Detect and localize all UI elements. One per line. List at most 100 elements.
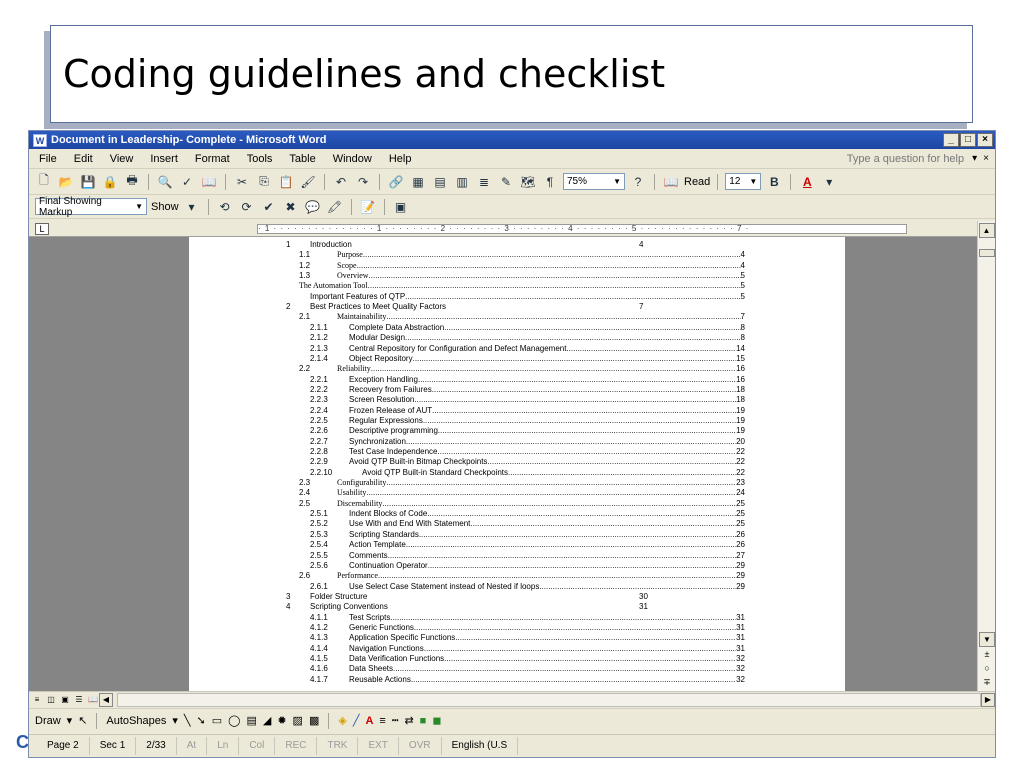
help-question-input[interactable]: Type a question for help bbox=[847, 153, 964, 165]
toc-entry[interactable]: 2 Best Practices to Meet Quality Factors 7 bbox=[286, 302, 745, 312]
toc-entry[interactable]: 4.1.3 Application Specific Functions 31 bbox=[310, 633, 745, 643]
document-page[interactable]: 1 Introduction 4 1.1 Purpose 4 1.2 Scope 4 1.3 Ove… bbox=[189, 237, 845, 693]
toc-entry[interactable]: 2.5.6 Continuation Operator 29 bbox=[310, 561, 745, 571]
toc-entry[interactable]: 4.1.2 Generic Functions 31 bbox=[310, 623, 745, 633]
show-menu-button[interactable]: Show bbox=[151, 201, 179, 213]
font-size-select[interactable]: 12 ▼ bbox=[725, 173, 762, 190]
chevron-down-icon[interactable]: ▾ bbox=[67, 714, 73, 727]
toc-entry[interactable]: 2.2.7 Synchronization 20 bbox=[310, 437, 745, 447]
autoshapes-menu-button[interactable]: AutoShapes bbox=[106, 715, 166, 727]
line-style-icon[interactable]: ≡ bbox=[379, 715, 385, 727]
previous-page-icon[interactable]: ± bbox=[979, 647, 995, 661]
menu-help[interactable]: Help bbox=[389, 153, 412, 165]
help-icon[interactable]: ? bbox=[629, 173, 647, 191]
scroll-right-button[interactable]: ▶ bbox=[981, 692, 995, 707]
next-page-icon[interactable]: ∓ bbox=[979, 675, 995, 689]
columns-icon[interactable]: ≣ bbox=[475, 173, 493, 191]
scroll-thumb[interactable] bbox=[979, 249, 995, 257]
new-document-icon[interactable]: 🗋 bbox=[35, 173, 53, 191]
toc-entry[interactable]: 1.1 Purpose 4 bbox=[299, 250, 745, 260]
normal-view-icon[interactable]: ≡ bbox=[31, 694, 43, 706]
toc-entry[interactable]: 2.2.10 Avoid QTP Built-in Standard Checkp… bbox=[310, 468, 745, 478]
toc-entry[interactable]: 2.1.2 Modular Design 8 bbox=[310, 333, 745, 343]
research-icon[interactable]: 📖 bbox=[200, 173, 218, 191]
insert-table-icon[interactable]: ▤ bbox=[431, 173, 449, 191]
show-hide-icon[interactable]: ¶ bbox=[541, 173, 559, 191]
maximize-button[interactable]: □ bbox=[960, 133, 976, 147]
rectangle-icon[interactable]: ▭ bbox=[212, 714, 222, 727]
toc-entry[interactable]: 2.1.3 Central Repository for Configuratio… bbox=[310, 344, 745, 354]
web-view-icon[interactable]: ◫ bbox=[45, 694, 57, 706]
previous-change-icon[interactable]: ⟲ bbox=[216, 198, 234, 216]
select-browse-object-icon[interactable]: ○ bbox=[979, 661, 995, 675]
toc-entry[interactable]: 2.5.5 Comments 27 bbox=[310, 551, 745, 561]
toc-entry[interactable]: 2.1 Maintainability 7 bbox=[299, 312, 745, 322]
toc-entry[interactable]: 2.2.2 Recovery from Failures 18 bbox=[310, 385, 745, 395]
status-trk[interactable]: TRK bbox=[317, 736, 359, 755]
toc-entry[interactable]: 2.5.4 Action Template 26 bbox=[310, 540, 745, 550]
scroll-up-button[interactable]: ▲ bbox=[978, 223, 995, 238]
toc-entry[interactable]: 2.5.2 Use With and End With Statement 25 bbox=[310, 519, 745, 529]
reject-change-icon[interactable]: ✖ bbox=[282, 198, 300, 216]
menu-format[interactable]: Format bbox=[195, 153, 230, 165]
shadow-style-icon[interactable]: ■ bbox=[420, 715, 427, 727]
status-ext[interactable]: EXT bbox=[358, 736, 399, 755]
close-button[interactable]: × bbox=[977, 133, 993, 147]
toc-entry[interactable]: 4.1.7 Reusable Actions 32 bbox=[310, 675, 745, 685]
vertical-scrollbar[interactable]: ▲ ▼ ± ○ ∓ bbox=[977, 221, 995, 691]
wordart-icon[interactable]: ◢ bbox=[263, 714, 271, 727]
toc-entry[interactable]: 2.5.1 Indent Blocks of Code 25 bbox=[310, 509, 745, 519]
toc-entry[interactable]: 1 Introduction 4 bbox=[286, 240, 745, 250]
open-folder-icon[interactable]: 📂 bbox=[57, 173, 75, 191]
tables-borders-icon[interactable]: ▦ bbox=[409, 173, 427, 191]
minimize-button[interactable]: _ bbox=[943, 133, 959, 147]
clip-art-icon[interactable]: ▨ bbox=[293, 714, 303, 727]
menu-insert[interactable]: Insert bbox=[150, 153, 178, 165]
line-icon[interactable]: ╲ bbox=[184, 714, 191, 727]
read-icon[interactable]: 📖 bbox=[662, 173, 680, 191]
toc-entry[interactable]: 2.2 Reliability 16 bbox=[299, 364, 745, 374]
bold-button[interactable]: B bbox=[765, 173, 783, 191]
drawing-icon[interactable]: ✎ bbox=[497, 173, 515, 191]
hyperlink-icon[interactable]: 🔗 bbox=[387, 173, 405, 191]
toc-entry[interactable]: 4.1.1 Test Scripts 31 bbox=[310, 613, 745, 623]
spelling-icon[interactable]: ✓ bbox=[178, 173, 196, 191]
read-button[interactable]: Read bbox=[684, 176, 710, 188]
toc-entry[interactable]: 3 Folder Structure 30 bbox=[286, 592, 745, 602]
select-objects-icon[interactable]: ↖ bbox=[78, 714, 87, 727]
toc-entry[interactable]: The Automation Tool 5 bbox=[299, 281, 745, 291]
undo-icon[interactable]: ↶ bbox=[332, 173, 350, 191]
status-ovr[interactable]: OVR bbox=[399, 736, 442, 755]
dash-style-icon[interactable]: ┅ bbox=[392, 714, 399, 727]
toc-entry[interactable]: 2.2.8 Test Case Independence 22 bbox=[310, 447, 745, 457]
fill-color-icon[interactable]: ◈ bbox=[338, 714, 346, 727]
print-preview-icon[interactable]: 🔍 bbox=[156, 173, 174, 191]
toc-entry[interactable]: 2.3 Configurability 23 bbox=[299, 478, 745, 488]
menu-tools[interactable]: Tools bbox=[247, 153, 273, 165]
toc-entry[interactable]: 1.3 Overview 5 bbox=[299, 271, 745, 281]
picture-icon[interactable]: ▩ bbox=[309, 714, 319, 727]
line-color-icon[interactable]: ╱ bbox=[353, 714, 360, 727]
oval-icon[interactable]: ◯ bbox=[228, 714, 240, 727]
chevron-down-icon[interactable]: ▾ bbox=[972, 153, 977, 164]
status-rec[interactable]: REC bbox=[275, 736, 318, 755]
toc-entry[interactable]: 2.5 Discernability 25 bbox=[299, 499, 745, 509]
word-app-icon[interactable]: W bbox=[33, 133, 47, 147]
copy-icon[interactable]: ⎘ bbox=[255, 173, 273, 191]
arrow-icon[interactable]: ➘ bbox=[197, 714, 206, 727]
toc-entry[interactable]: 1.2 Scope 4 bbox=[299, 261, 745, 271]
toc-entry[interactable]: 4 Scripting Conventions 31 bbox=[286, 602, 745, 612]
menu-file[interactable]: File bbox=[39, 153, 57, 165]
toc-entry[interactable]: 4.1.5 Data Verification Functions 32 bbox=[310, 654, 745, 664]
doc-close-button[interactable]: × bbox=[983, 153, 989, 164]
diagram-icon[interactable]: ✹ bbox=[277, 714, 286, 727]
print-layout-icon[interactable]: ▣ bbox=[59, 694, 71, 706]
next-change-icon[interactable]: ⟳ bbox=[238, 198, 256, 216]
cut-icon[interactable]: ✂ bbox=[233, 173, 251, 191]
accept-change-icon[interactable]: ✔ bbox=[260, 198, 278, 216]
toc-entry[interactable]: 4.1.4 Navigation Functions 31 bbox=[310, 644, 745, 654]
draw-menu-button[interactable]: Draw bbox=[35, 715, 61, 727]
chevron-down-icon[interactable]: ▾ bbox=[183, 198, 201, 216]
menu-view[interactable]: View bbox=[110, 153, 134, 165]
chevron-down-icon[interactable]: ▾ bbox=[820, 173, 838, 191]
